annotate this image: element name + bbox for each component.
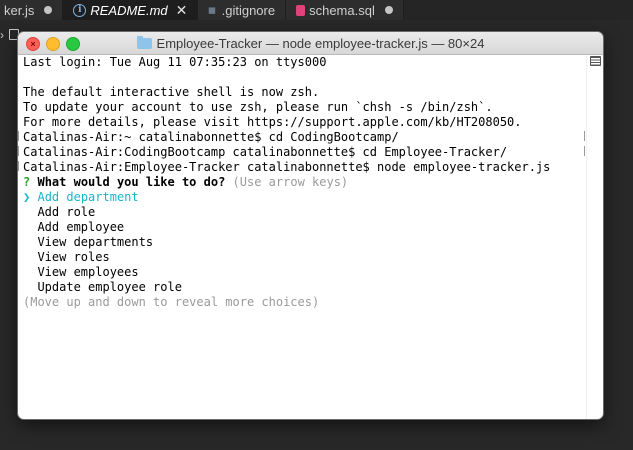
editor-tab-bar: ker.js i README.md ✕ ◆ .gitignore schema…: [0, 0, 633, 20]
choice-label: View departments: [37, 235, 154, 249]
terminal-line: For more details, please visit https://s…: [23, 115, 522, 129]
modified-dot-icon: [44, 6, 53, 14]
mark-bracket-icon: [18, 131, 23, 141]
chevron-right-icon[interactable]: ›: [0, 28, 4, 42]
choice-item[interactable]: Add role: [23, 205, 587, 220]
tab-label: schema.sql: [309, 2, 375, 18]
command-line: Catalinas-Air:Employee-Tracker catalinab…: [18, 160, 587, 175]
choice-item[interactable]: Add employee: [23, 220, 587, 235]
database-icon: [296, 4, 306, 16]
prompt-hint: (Use arrow keys): [232, 175, 349, 189]
choice-item[interactable]: Update employee role: [23, 280, 587, 295]
tab-label: .gitignore: [221, 2, 276, 18]
info-icon: i: [73, 3, 87, 17]
choice-item[interactable]: View roles: [23, 250, 587, 265]
mark-bracket-icon: [580, 146, 585, 156]
command-text: Catalinas-Air:~ catalinabonnette$ cd Cod…: [23, 130, 399, 144]
terminal-window[interactable]: × Employee-Tracker — node employee-track…: [18, 32, 603, 419]
tab-label: README.md: [90, 2, 168, 18]
folder-icon: [136, 35, 152, 49]
window-title-text: Employee-Tracker — node employee-tracker…: [156, 35, 485, 51]
command-line: Catalinas-Air:~ catalinabonnette$ cd Cod…: [18, 130, 587, 145]
prompt-question: ? What would you like to do? (Use arrow …: [23, 175, 587, 190]
choice-label: View roles: [37, 250, 110, 264]
terminal-line: The default interactive shell is now zsh…: [23, 85, 320, 99]
tab-schema-sql[interactable]: schema.sql: [286, 0, 404, 20]
choice-item[interactable]: View employees: [23, 265, 587, 280]
tab-tracker-js[interactable]: ker.js: [0, 0, 64, 20]
command-text: Catalinas-Air:Employee-Tracker catalinab…: [23, 160, 551, 174]
prompt-marker: ?: [23, 175, 31, 189]
choice-label: Add employee: [37, 220, 125, 234]
window-title: Employee-Tracker — node employee-tracker…: [18, 32, 603, 54]
choice-label: Update employee role: [37, 280, 182, 294]
modified-dot-icon: [384, 6, 393, 14]
choice-selected[interactable]: ❯ Add department: [23, 190, 587, 205]
choice-label: Add role: [37, 205, 96, 219]
choice-item[interactable]: View departments: [23, 235, 587, 250]
terminal-output[interactable]: Last login: Tue Aug 11 07:35:23 on ttys0…: [18, 55, 587, 419]
mark-bracket-icon: [580, 131, 585, 141]
mark-bracket-icon: [18, 146, 23, 156]
tab-gitignore[interactable]: ◆ .gitignore: [198, 0, 287, 20]
window-titlebar[interactable]: × Employee-Tracker — node employee-track…: [18, 32, 603, 55]
command-line: Catalinas-Air:CodingBootcamp catalinabon…: [18, 145, 587, 160]
more-choices-hint: (Move up and down to reveal more choices…: [23, 295, 320, 309]
scroll-menu-icon[interactable]: [590, 56, 601, 66]
tab-readme[interactable]: i README.md ✕: [63, 0, 199, 20]
pointer-icon: ❯: [23, 190, 31, 204]
terminal-line: To update your account to use zsh, pleas…: [23, 100, 493, 114]
prompt-question-text: What would you like to do?: [37, 175, 226, 189]
choice-label: View employees: [37, 265, 139, 279]
terminal-scrollbar[interactable]: [586, 55, 603, 419]
terminal-line: Last login: Tue Aug 11 07:35:23 on ttys0…: [23, 55, 327, 69]
tab-label: ker.js: [4, 2, 35, 18]
mark-bracket-icon: [18, 161, 23, 171]
choice-label: Add department: [37, 190, 139, 204]
close-tab-icon[interactable]: ✕: [176, 2, 188, 19]
command-text: Catalinas-Air:CodingBootcamp catalinabon…: [23, 145, 508, 159]
